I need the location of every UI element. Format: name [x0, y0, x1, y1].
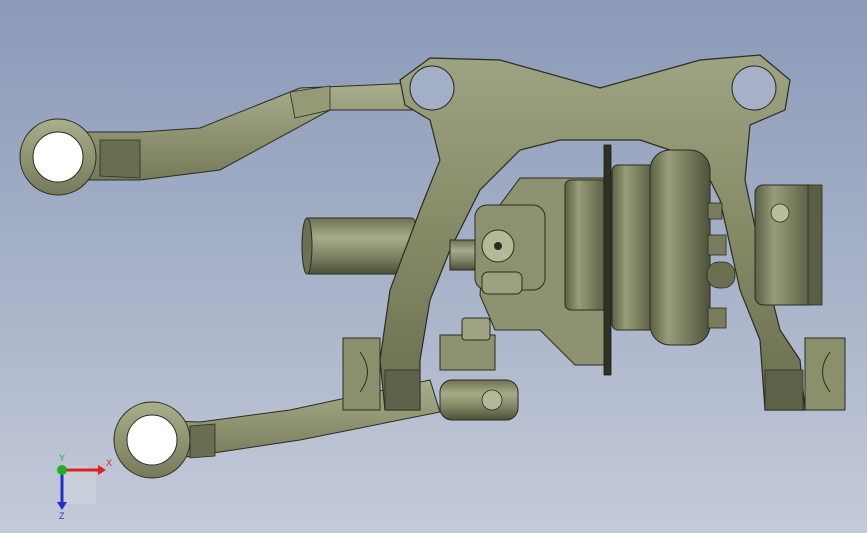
z-axis-label: Z: [59, 511, 65, 520]
upper-control-arm[interactable]: [19, 81, 441, 196]
drive-shaft[interactable]: [301, 217, 416, 275]
brake-disc[interactable]: [603, 144, 612, 376]
orientation-triad: X Y Z: [57, 453, 112, 520]
y-axis-label: Y: [59, 453, 65, 463]
graphics-viewport[interactable]: X Y Z: [0, 0, 867, 533]
tie-rod-end[interactable]: [439, 317, 519, 421]
suspension-assembly-model[interactable]: [0, 0, 867, 533]
x-axis-label: X: [106, 458, 112, 468]
